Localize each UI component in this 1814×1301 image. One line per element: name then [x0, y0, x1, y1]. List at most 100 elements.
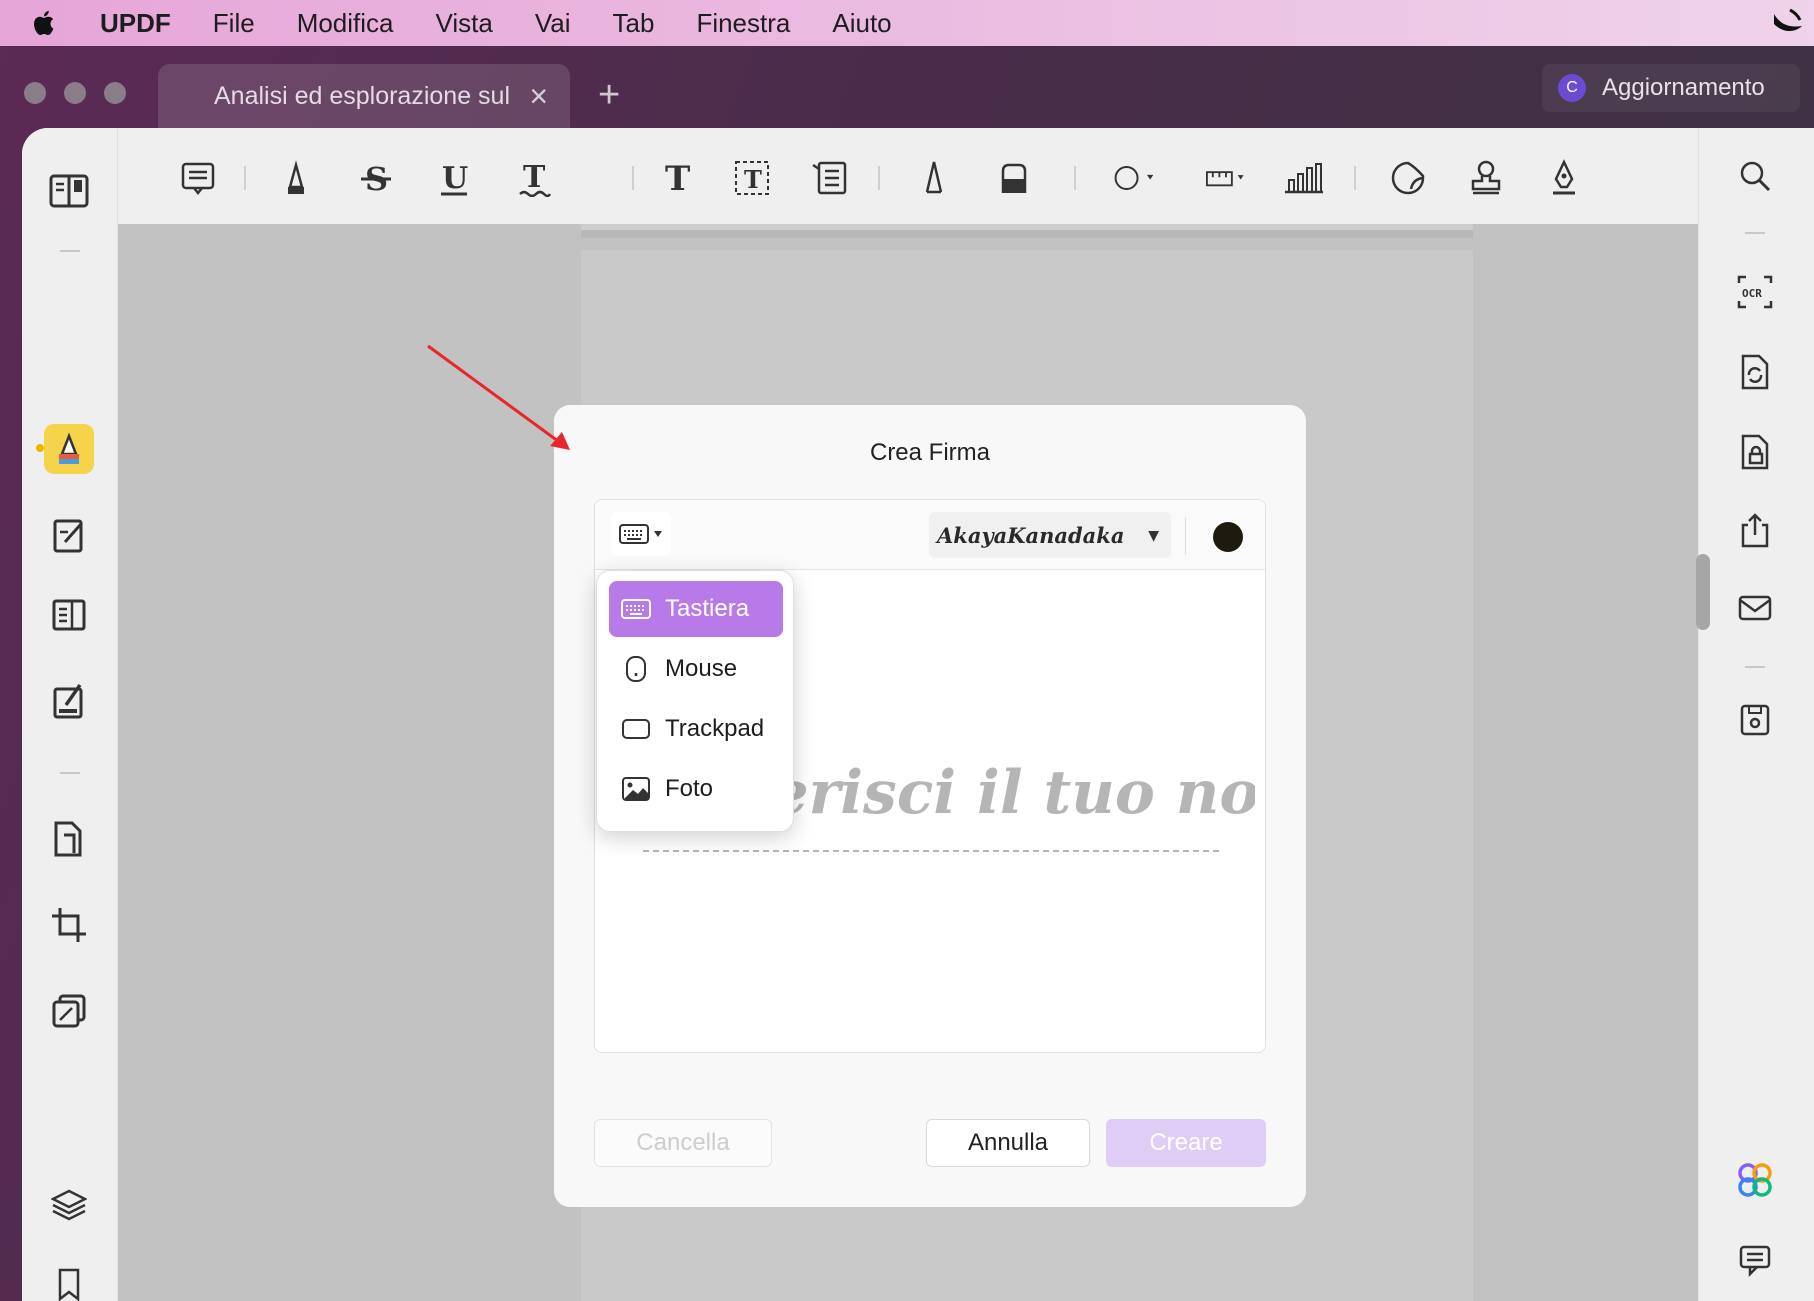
- avatar: C: [1558, 74, 1586, 102]
- comment-mode-icon[interactable]: [44, 424, 94, 474]
- menu-item-mouse[interactable]: Mouse: [609, 641, 783, 697]
- menu-item-trackpad[interactable]: Trackpad: [609, 701, 783, 757]
- menu-file[interactable]: File: [213, 8, 255, 39]
- keyboard-icon: [619, 524, 662, 544]
- menu-item-foto[interactable]: Foto: [609, 761, 783, 817]
- right-sidebar: OCR: [1698, 128, 1814, 1301]
- annotation-toolbar: S U T T T: [118, 128, 1718, 224]
- menu-item-label: Mouse: [665, 655, 738, 682]
- layers-icon[interactable]: [44, 1180, 94, 1230]
- updf-ai-icon[interactable]: [1733, 1158, 1777, 1202]
- input-mode-menu: Tastiera Mouse Trackpad Foto: [596, 570, 794, 832]
- ocr-icon[interactable]: OCR: [1733, 270, 1777, 314]
- edit-pdf-icon[interactable]: [44, 510, 94, 560]
- updf-status-icon[interactable]: [1770, 6, 1806, 40]
- toolbar-divider: [1354, 166, 1356, 190]
- text-icon[interactable]: T: [654, 156, 698, 200]
- reader-mode-icon[interactable]: [44, 166, 94, 216]
- annotation-arrow: [427, 344, 570, 450]
- convert-icon[interactable]: [1733, 350, 1777, 394]
- tab-close-icon[interactable]: ×: [529, 80, 548, 112]
- header-divider: [1185, 518, 1186, 554]
- mouse-icon: [621, 654, 651, 684]
- rail-divider: [60, 772, 80, 774]
- window-close-button[interactable]: [24, 82, 46, 104]
- sticker-icon[interactable]: [1386, 156, 1430, 200]
- measure-icon[interactable]: [1204, 156, 1248, 200]
- menu-tab[interactable]: Tab: [613, 8, 655, 39]
- text-box-icon[interactable]: T: [730, 156, 774, 200]
- dialog-title: Crea Firma: [869, 439, 990, 466]
- toolbar-divider: [244, 166, 246, 190]
- email-icon[interactable]: [1733, 586, 1777, 630]
- chevron-down-icon: ▼: [1148, 528, 1159, 544]
- vertical-scrollbar[interactable]: [1696, 554, 1710, 630]
- keyboard-icon: [621, 594, 651, 624]
- cancel-button[interactable]: Annulla: [926, 1119, 1090, 1167]
- squiggly-icon[interactable]: T: [512, 156, 556, 200]
- menu-item-label: Foto: [665, 775, 714, 802]
- menu-item-label: Trackpad: [665, 715, 765, 742]
- svg-text:OCR: OCR: [1742, 287, 1762, 300]
- menu-finestra[interactable]: Finestra: [696, 8, 790, 39]
- font-dropdown[interactable]: AkayaKanadaka ▼: [929, 512, 1171, 558]
- clear-button[interactable]: Cancella: [594, 1119, 772, 1167]
- svg-text:T: T: [744, 165, 762, 194]
- menu-aiuto[interactable]: Aiuto: [832, 8, 891, 39]
- ink-color-picker[interactable]: [1213, 522, 1243, 552]
- menu-item-tastiera[interactable]: Tastiera: [609, 581, 783, 637]
- chart-icon[interactable]: [1282, 156, 1326, 200]
- share-icon[interactable]: [1733, 508, 1777, 552]
- page-tools-icon[interactable]: [44, 986, 94, 1036]
- trackpad-icon: [621, 714, 651, 744]
- organize-pages-icon[interactable]: [44, 590, 94, 640]
- stamp-icon[interactable]: [1464, 156, 1508, 200]
- comments-panel-icon[interactable]: [1733, 1238, 1777, 1282]
- strikethrough-icon[interactable]: S: [354, 156, 398, 200]
- menu-bar: UPDF File Modifica Vista Vai Tab Finestr…: [0, 0, 1814, 46]
- eraser-icon[interactable]: [992, 156, 1036, 200]
- upgrade-button[interactable]: C Aggiornamento: [1542, 64, 1800, 112]
- input-mode-dropdown[interactable]: [611, 512, 671, 556]
- toolbar-divider: [1074, 166, 1076, 190]
- upgrade-label: Aggiornamento: [1602, 74, 1765, 101]
- window-minimize-button[interactable]: [64, 82, 86, 104]
- protect-icon[interactable]: [1733, 430, 1777, 474]
- text-callout-icon[interactable]: [808, 156, 852, 200]
- rail-divider: [1745, 666, 1765, 668]
- convert-pdf-icon[interactable]: [44, 814, 94, 864]
- svg-text:U: U: [442, 161, 468, 196]
- signature-options-bar: AkayaKanadaka ▼: [595, 500, 1265, 570]
- bookmark-icon[interactable]: [44, 1260, 94, 1301]
- menu-vista[interactable]: Vista: [436, 8, 493, 39]
- menu-vai[interactable]: Vai: [535, 8, 571, 39]
- shape-icon[interactable]: [1114, 156, 1158, 200]
- active-indicator: [36, 444, 44, 452]
- signature-baseline: [643, 850, 1219, 852]
- font-name: AkayaKanadaka: [937, 522, 1125, 548]
- signature-icon[interactable]: [1542, 156, 1586, 200]
- menu-item-label: Tastiera: [665, 595, 750, 622]
- window-zoom-button[interactable]: [104, 82, 126, 104]
- svg-text:T: T: [665, 159, 690, 197]
- new-tab-button[interactable]: +: [598, 76, 620, 114]
- underline-icon[interactable]: U: [432, 156, 476, 200]
- pencil-icon[interactable]: [912, 156, 956, 200]
- create-button[interactable]: Creare: [1106, 1119, 1266, 1167]
- document-tab-title: Analisi ed esplorazione sul: [214, 81, 511, 110]
- photo-icon: [621, 774, 651, 804]
- rail-divider: [60, 250, 80, 252]
- apple-menu-icon[interactable]: [30, 8, 60, 38]
- highlighter-icon[interactable]: [274, 156, 318, 200]
- document-tab[interactable]: Analisi ed esplorazione sul ×: [158, 64, 570, 128]
- menu-app-name[interactable]: UPDF: [100, 8, 171, 39]
- previous-page-edge: [581, 224, 1473, 238]
- search-icon[interactable]: [1733, 154, 1777, 198]
- save-icon[interactable]: [1733, 698, 1777, 742]
- fill-sign-icon[interactable]: [44, 676, 94, 726]
- rail-divider: [1745, 232, 1765, 234]
- note-icon[interactable]: [176, 156, 220, 200]
- menu-modifica[interactable]: Modifica: [297, 8, 394, 39]
- svg-text:T: T: [523, 160, 546, 195]
- crop-pages-icon[interactable]: [44, 900, 94, 950]
